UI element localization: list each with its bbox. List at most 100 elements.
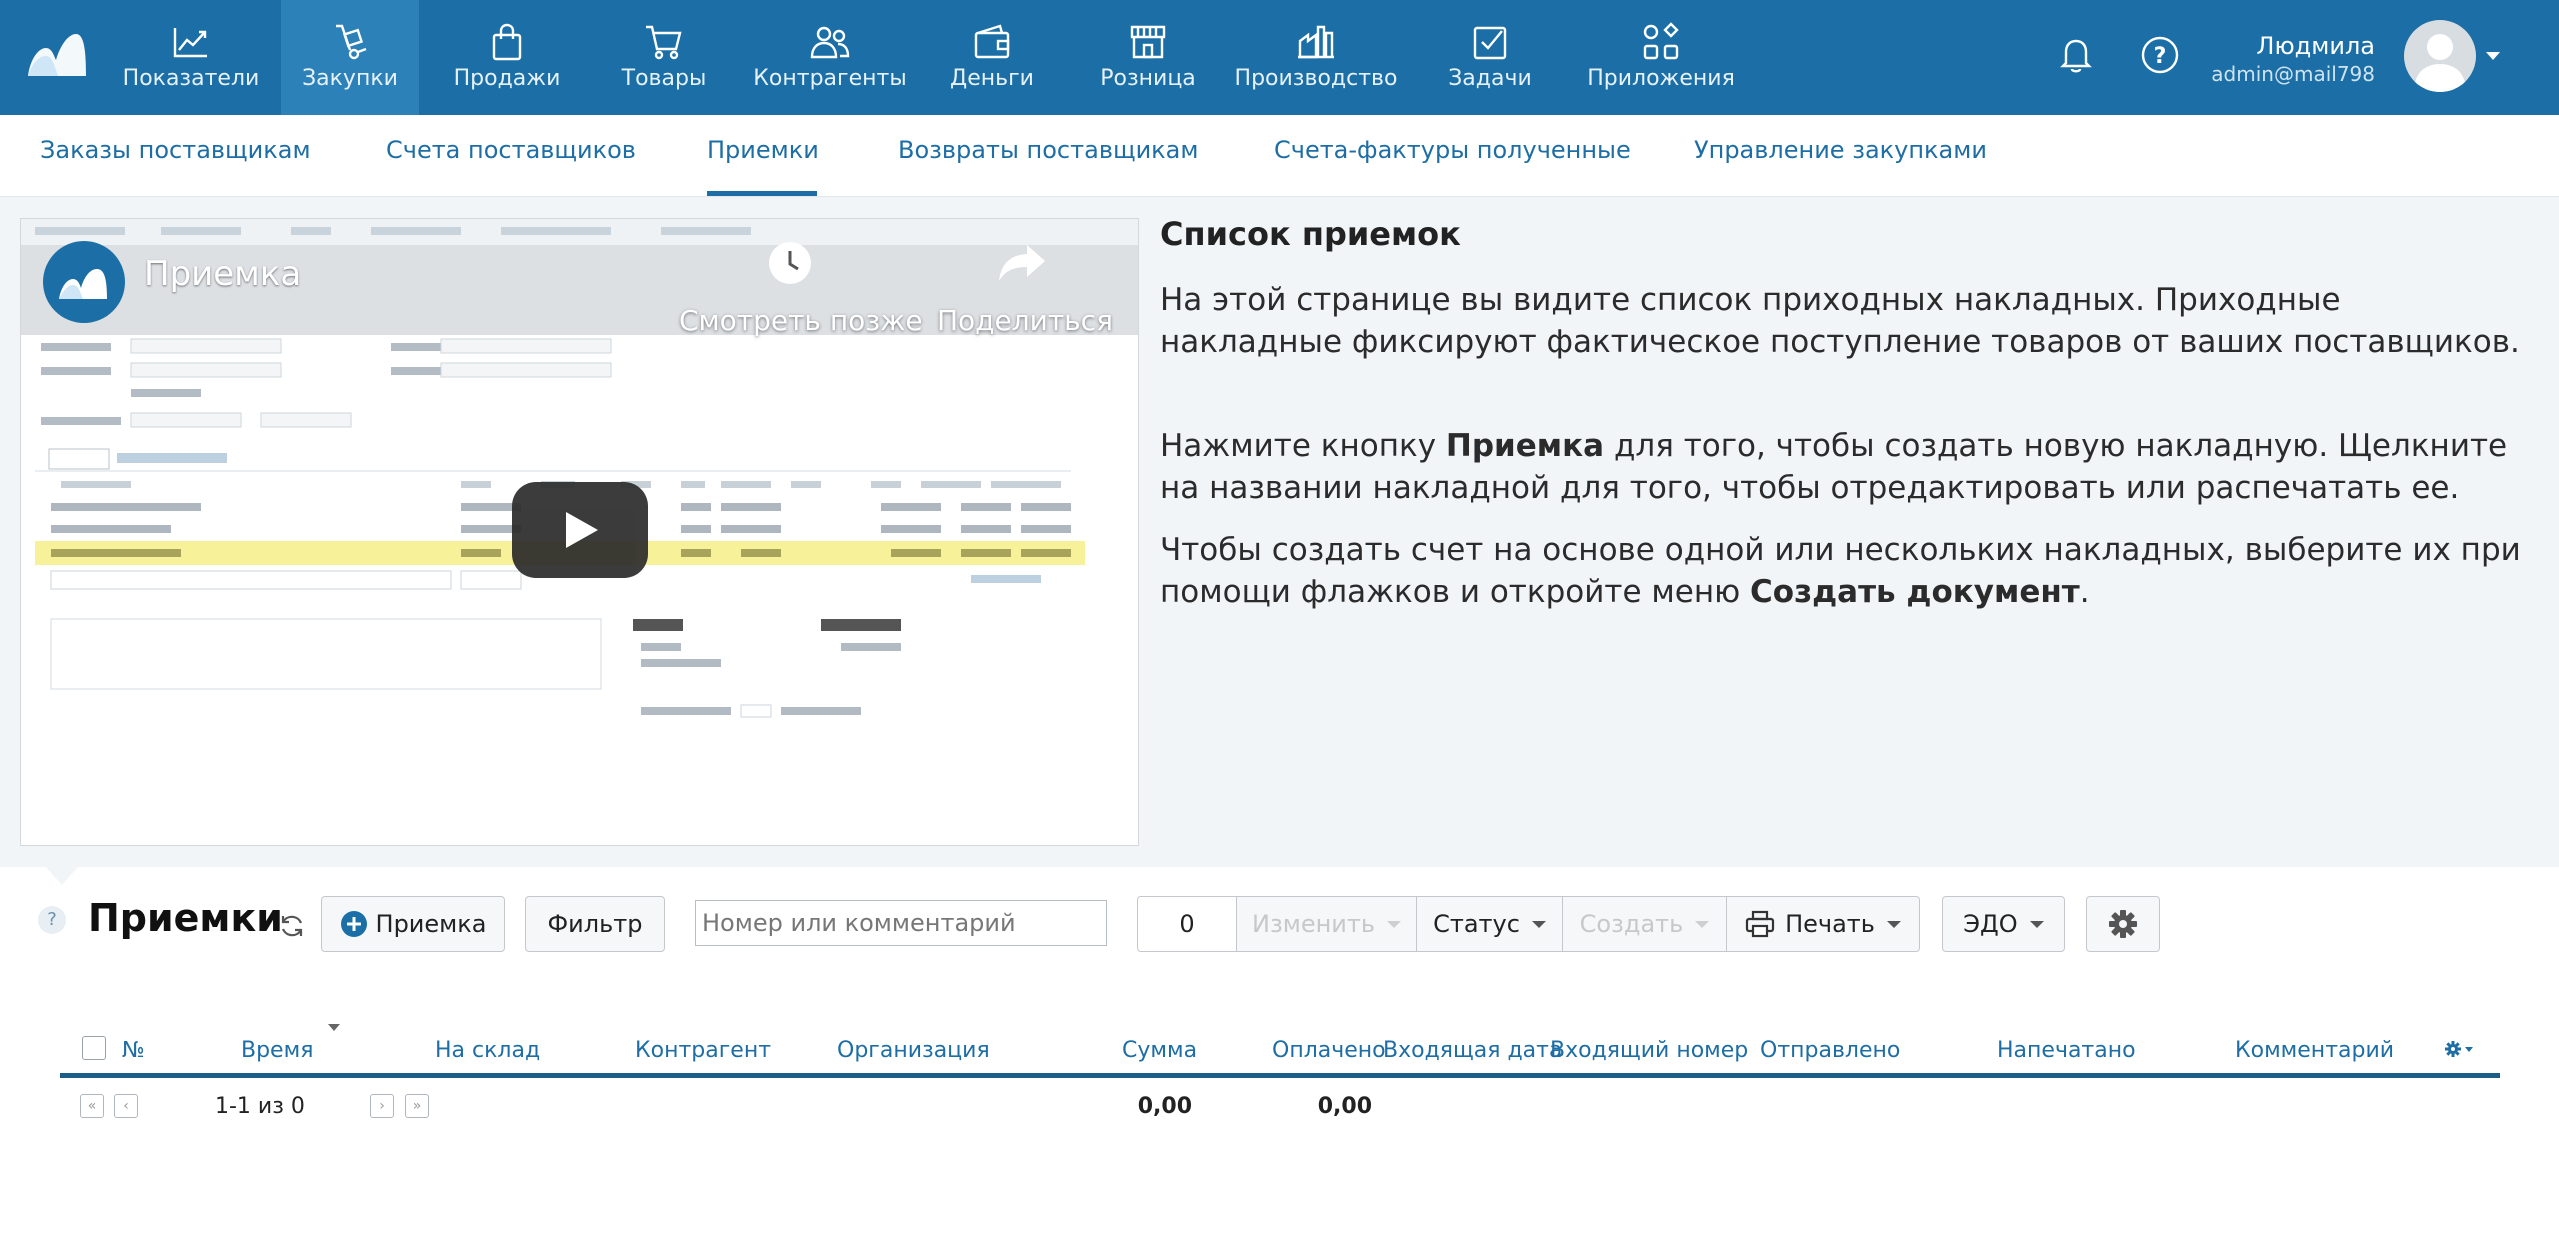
nav-item-production[interactable]: Производство (1235, 0, 1397, 115)
column-settings-icon[interactable] (2445, 1040, 2475, 1058)
help-icon[interactable]: ? (2138, 33, 2182, 77)
nav-label: Продажи (453, 66, 561, 91)
last-page-button[interactable]: » (405, 1094, 429, 1118)
share-icon[interactable] (997, 243, 1047, 283)
search-input[interactable] (695, 900, 1107, 946)
prev-page-button[interactable]: ‹ (114, 1094, 138, 1118)
nav-label: Деньги (950, 66, 1034, 91)
status-label: Статус (1433, 910, 1520, 938)
chevron-down-icon (1531, 920, 1546, 928)
column-comment[interactable]: Комментарий (2235, 1038, 2394, 1063)
tab-receipts[interactable]: Приемки (707, 115, 819, 197)
add-receipt-button[interactable]: Приемка (321, 896, 505, 952)
share-label[interactable]: Поделиться (937, 304, 1113, 337)
print-button[interactable]: Печать (1726, 896, 1920, 952)
nav-item-tasks[interactable]: Задачи (1436, 0, 1544, 115)
tab-supplier-orders[interactable]: Заказы поставщикам (40, 115, 311, 197)
nav-item-indicators[interactable]: Показатели (116, 0, 266, 115)
user-name[interactable]: Людмила (2256, 32, 2375, 60)
selected-count: 0 (1137, 896, 1237, 952)
refresh-icon[interactable] (278, 912, 306, 940)
column-paid[interactable]: Оплачено (1272, 1038, 1386, 1063)
column-sum[interactable]: Сумма (1122, 1038, 1197, 1063)
total-paid: 0,00 (1317, 1094, 1372, 1119)
info-panel: Приемка Смотреть позже Поделиться Список… (0, 197, 2559, 867)
nav-label: Закупки (302, 66, 398, 91)
svg-text:?: ? (2154, 44, 2167, 69)
info-text: . (2079, 574, 2090, 610)
tab-received-invoices[interactable]: Счета-фактуры полученные (1274, 115, 1631, 197)
nav-item-money[interactable]: Деньги (940, 0, 1044, 115)
watch-later-label[interactable]: Смотреть позже (679, 304, 923, 337)
info-bold-text: Приемка (1445, 428, 1605, 464)
chevron-down-icon (1387, 920, 1401, 928)
nav-item-purchases[interactable]: Закупки (281, 0, 419, 115)
column-incoming-date[interactable]: Входящая дата (1383, 1038, 1562, 1063)
add-receipt-label: Приемка (375, 910, 487, 938)
checkbox-icon (1473, 26, 1507, 60)
channel-logo-icon[interactable] (43, 241, 125, 323)
plus-circle-icon (340, 911, 367, 937)
tab-supplier-invoices[interactable]: Счета поставщиков (386, 115, 636, 197)
bell-icon[interactable] (2054, 33, 2098, 77)
first-page-button[interactable]: « (80, 1094, 104, 1118)
active-tab-indicator (707, 191, 817, 196)
settings-button[interactable] (2086, 896, 2160, 952)
chevron-down-icon (2029, 920, 2044, 928)
tab-purchase-management[interactable]: Управление закупками (1694, 115, 1987, 197)
user-email[interactable]: admin@mail798 (2211, 62, 2375, 86)
people-icon (810, 26, 850, 59)
play-button[interactable] (512, 482, 648, 578)
column-sent[interactable]: Отправлено (1760, 1038, 1900, 1063)
total-sum: 0,00 (1137, 1094, 1192, 1119)
play-icon (566, 512, 598, 548)
wallet-icon (974, 24, 1010, 59)
nav-item-goods[interactable]: Товары (608, 0, 720, 115)
logo-icon[interactable] (24, 30, 88, 82)
create-document-button[interactable]: Создать (1562, 896, 1727, 952)
nav-label: Товары (621, 66, 707, 91)
apps-grid-icon (1643, 22, 1679, 60)
column-organization[interactable]: Организация (837, 1038, 990, 1063)
edo-button[interactable]: ЭДО (1942, 896, 2065, 952)
column-warehouse[interactable]: На склад (435, 1038, 540, 1063)
info-bold-text: Создать документ (1750, 574, 2080, 610)
top-navigation-bar: Показатели Закупки Продажи Товары Контра… (0, 0, 2559, 115)
filter-label: Фильтр (547, 910, 643, 938)
edo-label: ЭДО (1963, 910, 2018, 938)
next-page-button[interactable]: › (370, 1094, 394, 1118)
tab-supplier-returns[interactable]: Возвраты поставщикам (898, 115, 1198, 197)
column-incoming-number[interactable]: Входящий номер (1550, 1038, 1748, 1063)
video-title[interactable]: Приемка (144, 254, 301, 294)
info-panel-pointer (46, 867, 78, 885)
page-title: Приемки (88, 896, 283, 940)
column-counterparty[interactable]: Контрагент (635, 1038, 771, 1063)
user-menu-caret-icon[interactable] (2486, 52, 2500, 60)
nav-label: Задачи (1448, 66, 1532, 91)
nav-item-apps[interactable]: Приложения (1587, 0, 1735, 115)
column-time[interactable]: Время (241, 1038, 313, 1063)
nav-label: Показатели (122, 66, 260, 91)
info-paragraph-1: На этой странице вы видите список приход… (1160, 282, 2520, 360)
column-printed[interactable]: Напечатано (1997, 1038, 2136, 1063)
nav-label: Розница (1100, 66, 1196, 91)
nav-label: Контрагенты (753, 66, 907, 91)
filter-button[interactable]: Фильтр (525, 896, 665, 952)
gear-icon (2109, 910, 2137, 938)
store-icon (1130, 25, 1166, 59)
info-text: Нажмите кнопку (1160, 428, 1446, 464)
nav-item-sales[interactable]: Продажи (444, 0, 570, 115)
edit-button[interactable]: Изменить (1237, 896, 1417, 952)
select-all-checkbox[interactable] (82, 1036, 106, 1060)
nav-item-counterparties[interactable]: Контрагенты (750, 0, 910, 115)
sort-desc-icon (328, 1024, 340, 1031)
avatar[interactable] (2404, 20, 2476, 92)
nav-item-retail[interactable]: Розница (1090, 0, 1206, 115)
info-paragraph-3: Чтобы создать счет на основе одной или н… (1160, 529, 2530, 613)
clock-icon[interactable] (766, 239, 814, 287)
status-button[interactable]: Статус (1416, 896, 1563, 952)
factory-icon (1298, 25, 1334, 59)
help-toggle[interactable]: ? (38, 906, 66, 934)
column-number[interactable]: № (122, 1038, 145, 1063)
video-player[interactable]: Приемка Смотреть позже Поделиться (20, 218, 1139, 846)
